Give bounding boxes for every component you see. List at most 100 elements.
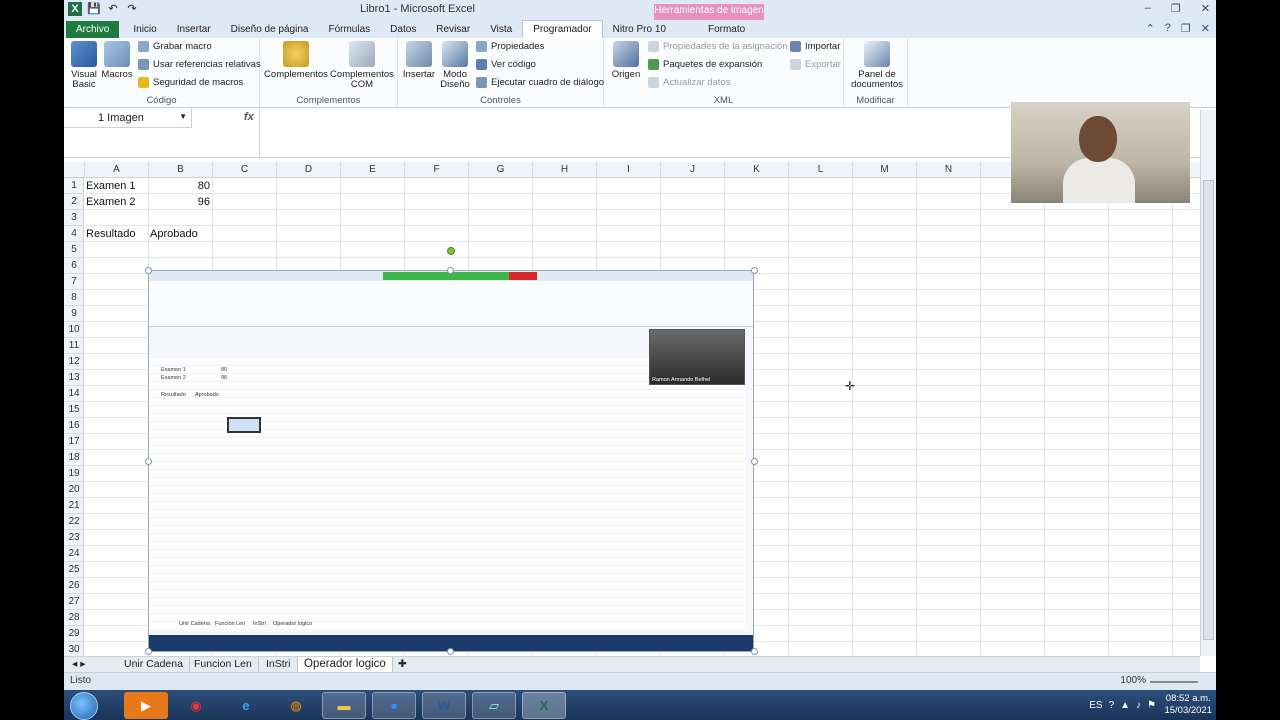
insertar-control-button[interactable]: Insertar [402,41,436,80]
insert-function-icon[interactable]: fx [244,111,254,123]
column-header[interactable]: D [277,162,341,178]
row-header[interactable]: 1 [64,178,84,194]
save-icon[interactable]: 💾 [87,2,101,16]
folder-icon[interactable]: ▬ [322,692,366,719]
column-header[interactable]: H [533,162,597,178]
macros-button[interactable]: Macros [100,41,134,80]
sheet-tab-operador-logico[interactable]: Operador logico [298,657,393,673]
column-header[interactable]: L [789,162,853,178]
propiedades-asignacion-button[interactable]: Propiedades de la asignación [648,41,788,52]
row-header[interactable]: 13 [64,370,84,386]
row-header[interactable]: 22 [64,514,84,530]
minimize-button[interactable]: – [1145,2,1151,15]
tab-revisar[interactable]: Revisar [426,21,480,38]
column-header[interactable]: G [469,162,533,178]
seguridad-macros-button[interactable]: Seguridad de macros [138,77,243,88]
row-header[interactable]: 20 [64,482,84,498]
help-icon[interactable]: ? [1165,22,1171,35]
column-header[interactable]: E [341,162,405,178]
row-header[interactable]: 23 [64,530,84,546]
tab-inicio[interactable]: Inicio [123,21,166,38]
modo-diseno-button[interactable]: Modo Diseño [438,41,472,90]
sheet-tab-funcion-len[interactable]: Funcion Len [188,657,259,673]
ejecutar-cuadro-button[interactable]: Ejecutar cuadro de diálogo [476,77,604,88]
tab-formulas[interactable]: Fórmulas [318,21,380,38]
row-header[interactable]: 7 [64,274,84,290]
word-icon[interactable]: W [422,692,466,719]
resize-handle-sw[interactable] [145,648,152,655]
actualizar-datos-button[interactable]: Actualizar datos [648,77,731,88]
column-header[interactable]: A [85,162,149,178]
system-clock[interactable]: 08:52 a.m. 15/03/2021 [1164,693,1212,717]
row-header[interactable]: 12 [64,354,84,370]
row-header[interactable]: 21 [64,498,84,514]
row-header[interactable]: 26 [64,578,84,594]
row-header[interactable]: 19 [64,466,84,482]
column-header[interactable]: N [917,162,981,178]
visual-basic-button[interactable]: Visual Basic [68,41,100,90]
chevron-down-icon[interactable]: ▼ [179,112,187,121]
column-header[interactable]: M [853,162,917,178]
pasted-screenshot-image[interactable]: Examen 1 80 Examen 2 96 Resultado Aproba… [148,270,754,652]
row-header[interactable]: 9 [64,306,84,322]
ie-icon[interactable]: e [224,692,268,719]
name-box[interactable]: 1 Imagen ▼ [64,108,192,128]
cell-b1[interactable]: 80 [150,178,210,194]
row-header[interactable]: 11 [64,338,84,354]
tab-datos[interactable]: Datos [380,21,426,38]
row-header[interactable]: 17 [64,434,84,450]
row-header[interactable]: 29 [64,626,84,642]
tab-insertar[interactable]: Insertar [167,21,221,38]
row-header[interactable]: 5 [64,242,84,258]
select-all-corner[interactable] [64,162,85,178]
panel-documentos-button[interactable]: Panel de documentos [848,41,906,90]
row-header[interactable]: 3 [64,210,84,226]
column-header[interactable]: C [213,162,277,178]
paquetes-expansion-button[interactable]: Paquetes de expansión [648,59,762,70]
resize-handle-n[interactable] [447,267,454,274]
network-icon[interactable]: ▲ [1120,700,1130,711]
resize-handle-w[interactable] [145,458,152,465]
window-restore-icon[interactable]: ❐ [1181,22,1191,35]
column-header[interactable]: B [149,162,213,178]
sheet-tab-instri[interactable]: InStri [260,657,298,673]
complementos-button[interactable]: Complementos [264,41,328,80]
row-header[interactable]: 6 [64,258,84,274]
language-indicator[interactable]: ES [1089,700,1102,711]
chrome-icon[interactable]: ◉ [174,692,218,719]
row-header[interactable]: 15 [64,402,84,418]
row-header[interactable]: 8 [64,290,84,306]
resize-handle-ne[interactable] [751,267,758,274]
row-header[interactable]: 25 [64,562,84,578]
cell-a1[interactable]: Examen 1 [86,178,136,194]
volume-icon[interactable]: ♪ [1136,700,1141,711]
row-header[interactable]: 27 [64,594,84,610]
close-button[interactable]: ✕ [1201,2,1210,15]
row-header[interactable]: 28 [64,610,84,626]
ver-codigo-button[interactable]: Ver código [476,59,536,70]
origen-button[interactable]: Origen [608,41,644,80]
zoom-slider[interactable] [1150,681,1198,683]
row-header[interactable]: 24 [64,546,84,562]
vertical-scrollbar[interactable] [1200,110,1216,656]
sheet-tab-unir-cadena[interactable]: Unir Cadena [118,657,190,673]
window-close-icon[interactable]: ✕ [1201,22,1210,35]
column-header[interactable]: J [661,162,725,178]
row-header[interactable]: 30 [64,642,84,656]
insert-sheet-icon[interactable]: ✚ [392,657,413,673]
column-header[interactable]: K [725,162,789,178]
excel-icon[interactable]: X [522,692,566,719]
column-header[interactable]: F [405,162,469,178]
redo-icon[interactable]: ↷ [125,2,139,16]
help-tray-icon[interactable]: ? [1109,700,1115,711]
tab-formato[interactable]: Formato [698,21,755,38]
tab-archivo[interactable]: Archivo [66,21,120,38]
start-button[interactable] [70,692,98,720]
zoom-icon[interactable]: ● [372,692,416,719]
importar-button[interactable]: Importar [790,41,840,52]
grabar-macro-button[interactable]: Grabar macro [138,41,212,52]
row-header[interactable]: 18 [64,450,84,466]
column-header[interactable]: I [597,162,661,178]
firefox-icon[interactable]: ◍ [274,692,318,719]
resize-handle-s[interactable] [447,648,454,655]
